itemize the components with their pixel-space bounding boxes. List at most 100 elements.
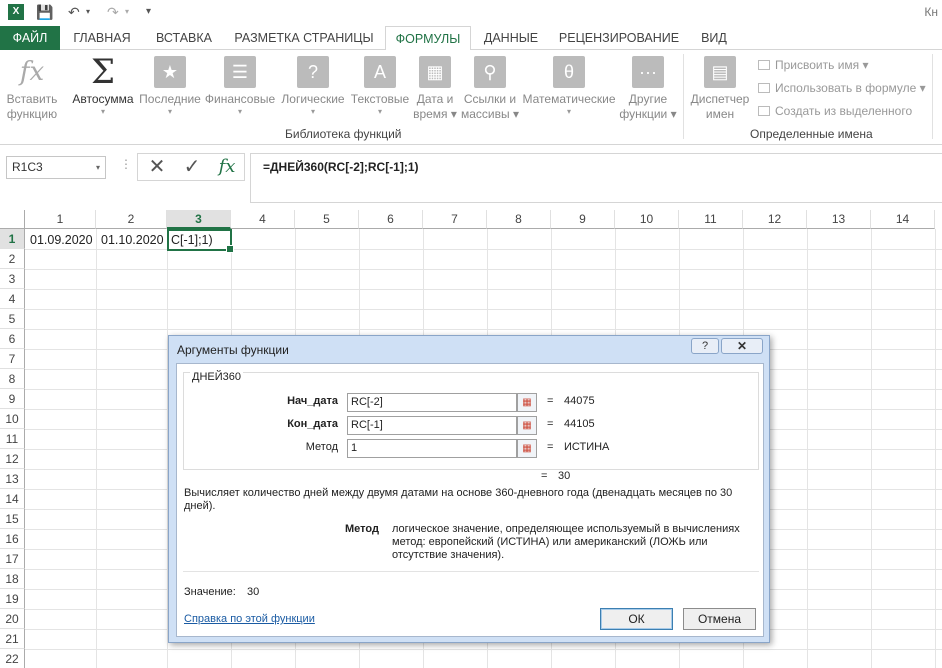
drag-handle-icon[interactable]: ⋮ bbox=[120, 157, 132, 171]
financial-functions-button[interactable]: ☰ Финансовые ▾ bbox=[204, 56, 276, 117]
grid-icon bbox=[758, 106, 770, 116]
redo-icon[interactable]: ↷ bbox=[107, 3, 119, 21]
arg-result-method: ИСТИНА bbox=[564, 441, 610, 453]
select-all-corner[interactable] bbox=[0, 210, 25, 229]
row-header[interactable]: 8 bbox=[0, 369, 25, 389]
range-picker-icon[interactable]: ▦ bbox=[517, 439, 537, 458]
arg-help-name: Метод bbox=[345, 523, 379, 535]
tab-data[interactable]: ДАННЫЕ bbox=[476, 26, 546, 50]
tab-file[interactable]: ФАЙЛ bbox=[0, 26, 60, 50]
range-picker-icon[interactable]: ▦ bbox=[517, 416, 537, 435]
row-header[interactable]: 17 bbox=[0, 549, 25, 569]
arg-input-method[interactable]: 1 bbox=[347, 439, 517, 458]
enter-icon[interactable]: ✓ bbox=[175, 154, 209, 180]
tab-view[interactable]: ВИД bbox=[691, 26, 737, 50]
tab-home[interactable]: ГЛАВНАЯ bbox=[65, 26, 139, 50]
save-icon[interactable]: 💾 bbox=[36, 3, 53, 21]
text-functions-button[interactable]: A Текстовые ▾ bbox=[349, 56, 411, 117]
column-header[interactable]: 5 bbox=[295, 210, 359, 229]
row-header[interactable]: 15 bbox=[0, 509, 25, 529]
column-header[interactable]: 7 bbox=[423, 210, 487, 229]
column-header[interactable]: 10 bbox=[615, 210, 679, 229]
name-box[interactable]: R1C3 ▾ bbox=[6, 156, 106, 179]
cancel-icon[interactable]: ✕ bbox=[140, 154, 174, 180]
row-header[interactable]: 19 bbox=[0, 589, 25, 609]
chevron-down-icon: ▾ bbox=[237, 107, 242, 116]
row-header[interactable]: 13 bbox=[0, 469, 25, 489]
column-header[interactable]: 6 bbox=[359, 210, 423, 229]
recent-functions-button[interactable]: ★ Последние ▾ bbox=[138, 56, 202, 117]
sigma-icon: Σ bbox=[90, 51, 116, 92]
insert-function-icon[interactable]: fx bbox=[210, 154, 244, 180]
row-header[interactable]: 20 bbox=[0, 609, 25, 629]
range-picker-icon[interactable]: ▦ bbox=[517, 393, 537, 412]
undo-dropdown-icon[interactable]: ▾ bbox=[86, 3, 90, 21]
insert-function-button[interactable]: fx Вставить функцию bbox=[4, 56, 60, 122]
column-header[interactable]: 1 bbox=[25, 210, 96, 229]
arg-input-end-date[interactable]: RC[-1] bbox=[347, 416, 517, 435]
row-header[interactable]: 14 bbox=[0, 489, 25, 509]
row-header[interactable]: 2 bbox=[0, 249, 25, 269]
more-functions-button[interactable]: ··· Другие функции ▾ bbox=[617, 56, 679, 122]
undo-icon[interactable]: ↶ bbox=[68, 3, 80, 21]
create-from-selection-button[interactable]: Создать из выделенного bbox=[758, 102, 912, 120]
star-icon: ★ bbox=[154, 56, 186, 88]
column-header[interactable]: 4 bbox=[231, 210, 295, 229]
cancel-button[interactable]: Отмена bbox=[683, 608, 756, 630]
formula-input[interactable]: =ДНЕЙ360(RC[-2];RC[-1];1) bbox=[250, 153, 942, 203]
row-header[interactable]: 9 bbox=[0, 389, 25, 409]
column-header[interactable]: 14 bbox=[871, 210, 935, 229]
dialog-help-button[interactable]: ? bbox=[691, 338, 719, 354]
row-header[interactable]: 3 bbox=[0, 269, 25, 289]
function-help-link[interactable]: Справка по этой функции bbox=[184, 613, 315, 625]
row-header[interactable]: 12 bbox=[0, 449, 25, 469]
tab-insert[interactable]: ВСТАВКА bbox=[146, 26, 222, 50]
cell-r1c1[interactable]: 01.09.2020 bbox=[30, 230, 93, 250]
row-header[interactable]: 22 bbox=[0, 649, 25, 668]
group-separator bbox=[932, 54, 933, 139]
cell-r1c2[interactable]: 01.10.2020 bbox=[101, 230, 164, 250]
active-cell-r1c3[interactable]: C[-1];1) bbox=[167, 229, 234, 253]
dialog-close-button[interactable]: ✕ bbox=[721, 338, 763, 354]
row-header[interactable]: 6 bbox=[0, 329, 25, 349]
dialog-divider bbox=[183, 571, 759, 572]
row-header[interactable]: 16 bbox=[0, 529, 25, 549]
define-name-button[interactable]: Присвоить имя ▾ bbox=[758, 56, 869, 74]
name-manager-button[interactable]: ▤ Диспетчер имен bbox=[688, 56, 752, 122]
use-in-formula-button[interactable]: Использовать в формуле ▾ bbox=[758, 79, 926, 97]
lookup-functions-button[interactable]: ⚲ Ссылки и массивы ▾ bbox=[460, 56, 520, 122]
value-result: 30 bbox=[247, 586, 260, 598]
row-header[interactable]: 5 bbox=[0, 309, 25, 329]
column-header[interactable]: 9 bbox=[551, 210, 615, 229]
redo-dropdown-icon[interactable]: ▾ bbox=[125, 3, 129, 21]
column-header[interactable]: 13 bbox=[807, 210, 871, 229]
row-header[interactable]: 21 bbox=[0, 629, 25, 649]
row-header[interactable]: 4 bbox=[0, 289, 25, 309]
customize-qat-icon[interactable]: ▾ bbox=[146, 3, 151, 21]
row-header[interactable]: 11 bbox=[0, 429, 25, 449]
tab-formulas[interactable]: ФОРМУЛЫ bbox=[385, 26, 471, 51]
column-header[interactable]: 8 bbox=[487, 210, 551, 229]
column-header-selected[interactable]: 3 bbox=[167, 210, 231, 229]
logical-functions-button[interactable]: ? Логические ▾ bbox=[278, 56, 348, 117]
autosum-button[interactable]: Σ Автосумма ▾ bbox=[70, 51, 136, 117]
column-header[interactable]: 12 bbox=[743, 210, 807, 229]
tab-review[interactable]: РЕЦЕНЗИРОВАНИЕ bbox=[553, 26, 685, 50]
row-header[interactable]: 18 bbox=[0, 569, 25, 589]
column-header[interactable]: 11 bbox=[679, 210, 743, 229]
datetime-functions-button[interactable]: ▦ Дата и время ▾ bbox=[410, 56, 460, 122]
coins-icon: ☰ bbox=[224, 56, 256, 88]
chevron-down-icon[interactable]: ▾ bbox=[96, 157, 100, 178]
math-functions-button[interactable]: θ Математические ▾ bbox=[520, 56, 618, 117]
ok-button[interactable]: ОК bbox=[600, 608, 673, 630]
column-header[interactable]: 2 bbox=[96, 210, 167, 229]
arg-label-start-date: Нач_дата bbox=[287, 395, 338, 407]
dialog-body: ДНЕЙ360 Нач_дата RC[-2] ▦ = 44075 Кон_да… bbox=[176, 363, 764, 637]
tab-page-layout[interactable]: РАЗМЕТКА СТРАНИЦЫ bbox=[228, 26, 380, 50]
row-header[interactable]: 10 bbox=[0, 409, 25, 429]
calendar-icon: ▦ bbox=[419, 56, 451, 88]
row-header[interactable]: 7 bbox=[0, 349, 25, 369]
grid-line bbox=[25, 289, 942, 290]
arg-input-start-date[interactable]: RC[-2] bbox=[347, 393, 517, 412]
row-header-selected[interactable]: 1 bbox=[0, 229, 25, 249]
